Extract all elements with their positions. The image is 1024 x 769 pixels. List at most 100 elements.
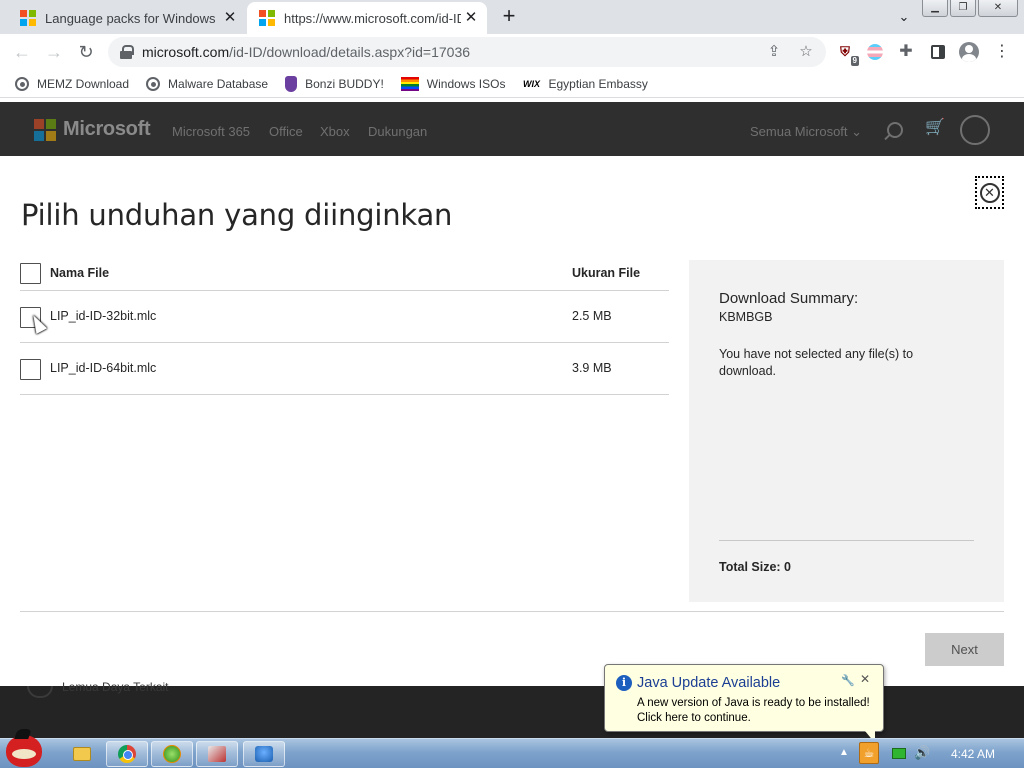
new-tab-plus-icon[interactable]: + xyxy=(497,5,521,29)
lock-icon[interactable] xyxy=(120,45,134,59)
taskbar-chrome-icon[interactable] xyxy=(106,741,148,767)
tray-clock[interactable]: 4:42 AM xyxy=(940,747,1006,761)
all-microsoft-menu: Semua Microsoft ⌄ xyxy=(750,124,863,139)
wix-icon: WIX xyxy=(522,78,540,89)
cart-icon: 🛒 xyxy=(925,119,945,136)
notification-line-2: Click here to continue. xyxy=(637,712,751,724)
side-panel-icon[interactable] xyxy=(927,41,949,63)
bookmark-label: Bonzi BUDDY! xyxy=(305,76,384,91)
next-button[interactable]: Next xyxy=(925,633,1004,666)
taskbar-paint-icon[interactable] xyxy=(196,741,238,767)
kebab-menu-icon[interactable]: ⋮ xyxy=(991,41,1013,63)
start-button-angry-bird-icon[interactable] xyxy=(2,731,48,769)
bookmark-memz[interactable]: MEMZ Download xyxy=(15,76,130,91)
tab-strip: Language packs for Windows ✕ https://www… xyxy=(0,0,1024,34)
file-size: 3.9 MB xyxy=(572,361,612,375)
dialog-title: Pilih unduhan yang diinginkan xyxy=(21,198,453,232)
summary-kb-code: KBMBGB xyxy=(719,310,773,324)
download-dialog: ✕ Pilih unduhan yang diinginkan Nama Fil… xyxy=(0,156,1024,686)
microsoft-brand: Microsoft xyxy=(63,118,151,140)
microsoft-site-header: Microsoft Microsoft 365 Office Xbox Duku… xyxy=(0,102,1024,156)
file-name: LIP_id-ID-32bit.mlc xyxy=(50,309,157,323)
bookmark-malware-database[interactable]: Malware Database xyxy=(146,76,269,91)
window-controls: ▁ ❐ ✕ xyxy=(922,0,1018,17)
account-avatar-icon xyxy=(960,115,990,145)
forward-arrow-icon[interactable]: → xyxy=(42,40,66,64)
rainbow-flag-icon xyxy=(400,76,419,91)
taskbar-media-player-icon[interactable] xyxy=(151,741,193,767)
tab-title: Language packs for Windows xyxy=(45,10,216,26)
table-row: LIP_id-ID-64bit.mlc 3.9 MB xyxy=(20,343,669,395)
minimize-button[interactable]: ▁ xyxy=(922,0,948,17)
tab-close-icon[interactable]: ✕ xyxy=(220,8,240,28)
back-arrow-icon[interactable]: ← xyxy=(10,40,34,64)
url-host: microsoft.com xyxy=(142,44,230,60)
column-header-name: Nama File xyxy=(50,266,110,280)
tray-volume-icon[interactable]: 🔊 xyxy=(914,745,930,761)
taskbar-explorer-icon[interactable] xyxy=(64,741,100,767)
profile-avatar-icon[interactable] xyxy=(958,41,980,63)
bookmark-bonzi-buddy[interactable]: Bonzi BUDDY! xyxy=(285,75,384,92)
file-checkbox-64bit[interactable] xyxy=(20,358,41,380)
ublock-extension-icon[interactable]: ⛨ 9 xyxy=(834,41,859,66)
summary-divider xyxy=(719,540,974,541)
file-table-header: Nama File Ukuran File xyxy=(20,256,669,291)
tab-close-icon[interactable]: ✕ xyxy=(461,8,481,28)
notification-message: A new version of Java is ready to be ins… xyxy=(637,696,870,726)
url-text[interactable]: microsoft.com/id-ID/download/details.asp… xyxy=(142,44,762,60)
bookmark-label: Egyptian Embassy xyxy=(548,76,648,91)
tray-expand-arrow-icon[interactable]: ▲ xyxy=(839,747,849,758)
download-summary-panel: Download Summary: KBMBGB You have not se… xyxy=(689,260,1004,602)
globe-icon xyxy=(146,76,161,91)
reload-icon[interactable]: ↻ xyxy=(74,40,98,64)
wrench-icon[interactable]: 🔧 xyxy=(841,674,855,687)
tab-language-packs[interactable]: Language packs for Windows ✕ xyxy=(8,2,246,34)
bookmarks-bar: MEMZ Download Malware Database Bonzi BUD… xyxy=(0,70,1024,98)
microsoft-favicon-icon xyxy=(20,10,36,26)
extensions-puzzle-icon[interactable]: ✚ xyxy=(895,41,917,63)
tab-search-chevron-icon[interactable]: ⌄ xyxy=(893,6,915,28)
window-close-button[interactable]: ✕ xyxy=(978,0,1018,17)
share-icon[interactable]: ⇪ xyxy=(762,40,786,64)
restore-button[interactable]: ❐ xyxy=(950,0,976,17)
file-table: Nama File Ukuran File LIP_id-ID-32bit.ml… xyxy=(20,256,669,395)
tray-battery-icon[interactable] xyxy=(892,748,906,759)
summary-title: Download Summary: xyxy=(719,290,859,307)
java-update-notification[interactable]: i Java Update Available 🔧 ✕ A new versio… xyxy=(604,664,884,743)
info-icon: i xyxy=(616,675,632,691)
microsoft-logo-icon xyxy=(34,119,56,141)
microsoft-favicon-icon xyxy=(259,10,275,26)
close-circle-icon: ✕ xyxy=(979,182,1000,203)
address-bar[interactable]: microsoft.com/id-ID/download/details.asp… xyxy=(108,37,826,67)
file-size: 2.5 MB xyxy=(572,309,612,323)
faint-circle-icon xyxy=(27,686,53,698)
taskbar-network-icon[interactable] xyxy=(243,741,285,767)
tab-microsoft-download[interactable]: https://www.microsoft.com/id-ID ✕ xyxy=(247,2,487,34)
notification-close-icon[interactable]: ✕ xyxy=(860,672,870,686)
bookmark-star-icon[interactable]: ☆ xyxy=(794,40,818,64)
summary-message: You have not selected any file(s) to dow… xyxy=(719,347,914,378)
search-icon xyxy=(887,122,903,138)
notification-title: Java Update Available xyxy=(637,675,781,691)
bonzi-icon xyxy=(285,75,298,92)
bookmark-egyptian-embassy[interactable]: WIX Egyptian Embassy xyxy=(522,76,648,92)
browser-toolbar: ← → ↻ microsoft.com/id-ID/download/detai… xyxy=(0,34,1024,70)
tray-java-icon[interactable]: ☕ xyxy=(859,742,879,764)
nav-dukungan: Dukungan xyxy=(368,124,428,139)
dialog-close-button[interactable]: ✕ xyxy=(975,176,1004,209)
globe-icon xyxy=(15,76,29,91)
column-header-size: Ukuran File xyxy=(572,266,641,280)
nav-xbox: Xbox xyxy=(320,124,350,139)
summary-total-size: Total Size: 0 xyxy=(719,560,792,574)
tab-title: https://www.microsoft.com/id-ID xyxy=(284,10,461,26)
bookmark-windows-isos[interactable]: Windows ISOs xyxy=(400,76,505,91)
select-all-checkbox[interactable] xyxy=(20,263,41,284)
url-path: /id-ID/download/details.aspx?id=17036 xyxy=(229,44,471,60)
nav-office: Office xyxy=(269,124,303,139)
extension-badge: 9 xyxy=(850,56,859,66)
bookmark-label: Malware Database xyxy=(168,76,269,91)
trans-flag-extension-icon[interactable] xyxy=(864,41,886,63)
nav-microsoft-365: Microsoft 365 xyxy=(172,124,251,139)
notification-line-1: A new version of Java is ready to be ins… xyxy=(637,697,870,709)
bookmark-label: MEMZ Download xyxy=(37,76,130,91)
